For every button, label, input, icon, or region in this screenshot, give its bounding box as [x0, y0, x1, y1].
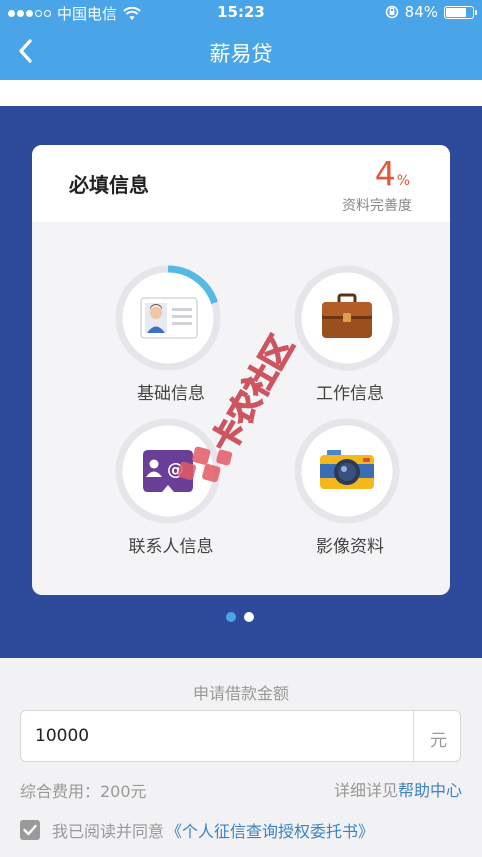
help-prefix: 详细详见	[333, 781, 398, 800]
amount-unit: 元	[430, 731, 447, 751]
watermark-text: 卡农社区	[204, 330, 301, 459]
page-indicator	[226, 612, 254, 622]
amount-input-field[interactable]: 10000 元	[20, 710, 461, 762]
amount-input-value[interactable]: 10000	[35, 726, 89, 746]
page-dot[interactable]	[244, 612, 254, 622]
completion-label: 资料完善度	[342, 198, 412, 214]
camera-icon	[320, 450, 374, 489]
nav-bar: 薪易贷	[0, 24, 482, 80]
tile-label: 影像资料	[316, 537, 384, 557]
tile-label: 联系人信息	[128, 537, 214, 557]
battery-icon	[444, 5, 477, 19]
agree-checkbox[interactable]	[20, 820, 40, 840]
help-center-link[interactable]: 帮助中心	[398, 781, 462, 800]
agreement-row: 我已阅读并同意 《个人征信查询授权委托书》	[20, 818, 374, 842]
top-spacer	[0, 80, 482, 106]
amount-divider	[413, 711, 414, 761]
fee-text: 综合费用：200元	[20, 782, 147, 801]
page-dot[interactable]	[226, 612, 236, 622]
card-header: 必填信息 4% 资料完善度	[32, 145, 450, 222]
rotation-lock-icon	[385, 5, 398, 19]
help-text: 详细详见帮助中心	[334, 777, 462, 801]
battery-percent: 84%	[404, 3, 438, 21]
credit-authorization-link[interactable]: 《个人征信查询授权委托书》	[166, 818, 374, 842]
card-title: 必填信息	[69, 173, 149, 197]
status-right: 84%	[385, 3, 477, 21]
checkmark-icon	[23, 824, 37, 836]
agree-text: 我已阅读并同意	[52, 822, 165, 841]
page-title: 薪易贷	[209, 42, 273, 66]
status-bar: 中国电信 15:23 84%	[0, 0, 482, 24]
completion-value: 4	[374, 154, 396, 193]
amount-label: 申请借款金额	[192, 684, 289, 703]
watermark-logo: 卡农社区	[177, 330, 302, 483]
completion-unit: %	[396, 173, 410, 189]
completion-percent: 4%	[375, 154, 410, 193]
